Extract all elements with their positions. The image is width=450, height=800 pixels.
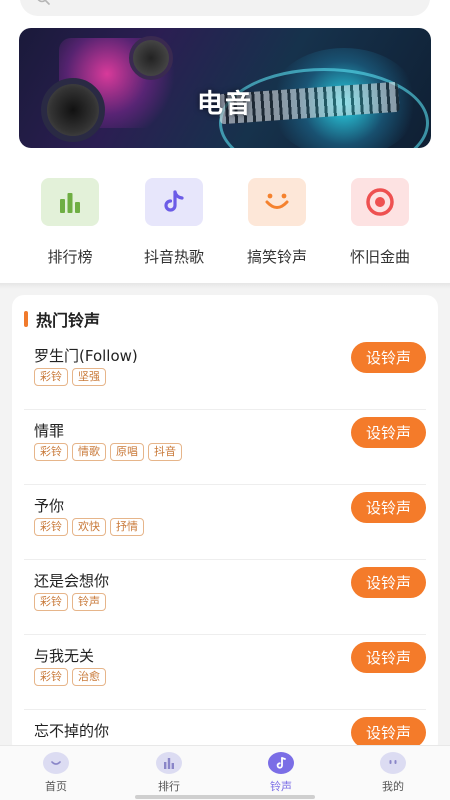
bottom-tab-bar: 首页 排行 铃声 我的 xyxy=(0,745,450,800)
search-icon xyxy=(37,0,50,5)
tag: 原唱 xyxy=(110,443,144,461)
tag: 坚强 xyxy=(72,368,106,386)
banner[interactable]: 电音 xyxy=(19,28,431,148)
tab-profile[interactable]: 我的 xyxy=(353,752,433,794)
tag: 欢快 xyxy=(72,518,106,536)
ringtone-tags: 彩铃 欢快 抒情 xyxy=(34,518,144,536)
ringtone-name: 忘不掉的你 xyxy=(34,722,110,740)
tab-label: 首页 xyxy=(45,780,67,793)
category-label: 怀旧金曲 xyxy=(349,248,410,266)
set-ringtone-button[interactable]: 设铃声 xyxy=(351,417,426,448)
ringtone-item[interactable]: 情罪 彩铃 情歌 原唱 抖音 设铃声 xyxy=(24,410,426,485)
tag: 彩铃 xyxy=(34,368,68,386)
ringtone-item[interactable]: 予你 彩铃 欢快 抒情 设铃声 xyxy=(24,485,426,560)
tag: 铃声 xyxy=(72,593,106,611)
category-label: 抖音热歌 xyxy=(143,248,204,266)
tag: 情歌 xyxy=(72,443,106,461)
tab-label: 铃声 xyxy=(270,780,292,793)
chart-bars-icon xyxy=(41,178,99,226)
set-ringtone-button[interactable]: 设铃声 xyxy=(351,342,426,373)
ringtone-tags: 彩铃 铃声 xyxy=(34,593,106,611)
search-bar[interactable] xyxy=(20,0,430,16)
tab-label: 我的 xyxy=(382,780,404,793)
section-header: 热门铃声 xyxy=(24,307,100,331)
tiktok-note-icon xyxy=(145,178,203,226)
home-indicator xyxy=(135,795,315,799)
smile-icon xyxy=(248,178,306,226)
ringtone-tags: 彩铃 治愈 xyxy=(34,668,106,686)
rank-bars-icon xyxy=(156,752,182,774)
ringtone-tags: 彩铃 情歌 原唱 抖音 xyxy=(34,443,182,461)
banner-speaker-small xyxy=(129,36,173,80)
tab-ringtones[interactable]: 铃声 xyxy=(241,752,321,794)
ringtone-item[interactable]: 还是会想你 彩铃 铃声 设铃声 xyxy=(24,560,426,635)
tag: 彩铃 xyxy=(34,668,68,686)
ringtone-tags: 彩铃 坚强 xyxy=(34,368,106,386)
ringtone-item[interactable]: 罗生门(Follow) 彩铃 坚强 设铃声 xyxy=(24,335,426,410)
set-ringtone-button[interactable]: 设铃声 xyxy=(351,642,426,673)
category-label: 排行榜 xyxy=(47,248,93,266)
tag: 彩铃 xyxy=(34,518,68,536)
category-douyin[interactable]: 抖音热歌 xyxy=(124,178,224,267)
tag: 抒情 xyxy=(110,518,144,536)
profile-face-icon xyxy=(380,752,406,774)
set-ringtone-button[interactable]: 设铃声 xyxy=(351,717,426,748)
category-ranking[interactable]: 排行榜 xyxy=(20,178,120,267)
home-face-icon xyxy=(43,752,69,774)
set-ringtone-button[interactable]: 设铃声 xyxy=(351,492,426,523)
top-area: 电音 排行榜 抖音热歌 搞笑铃声 怀旧金曲 xyxy=(0,0,450,283)
hot-ringtones-card: 热门铃声 罗生门(Follow) 彩铃 坚强 设铃声 情罪 彩铃 情歌 原唱 抖… xyxy=(12,295,438,755)
tab-home[interactable]: 首页 xyxy=(16,752,96,794)
section-accent-bar xyxy=(24,311,28,327)
ringtone-name: 罗生门(Follow) xyxy=(34,347,138,365)
tag: 治愈 xyxy=(72,668,106,686)
tag: 彩铃 xyxy=(34,593,68,611)
banner-title: 电音 xyxy=(196,89,253,120)
tag: 抖音 xyxy=(148,443,182,461)
target-icon xyxy=(351,178,409,226)
tab-label: 排行 xyxy=(158,780,180,793)
music-note-icon xyxy=(268,752,294,774)
ringtone-name: 与我无关 xyxy=(34,647,95,665)
category-funny[interactable]: 搞笑铃声 xyxy=(227,178,327,267)
ringtone-item[interactable]: 与我无关 彩铃 治愈 设铃声 xyxy=(24,635,426,710)
category-label: 搞笑铃声 xyxy=(246,248,307,266)
section-divider xyxy=(0,283,450,289)
ringtone-name: 情罪 xyxy=(34,422,65,440)
category-grid: 排行榜 抖音热歌 搞笑铃声 怀旧金曲 xyxy=(0,178,450,268)
tag: 彩铃 xyxy=(34,443,68,461)
section-title: 热门铃声 xyxy=(36,311,101,330)
set-ringtone-button[interactable]: 设铃声 xyxy=(351,567,426,598)
category-classics[interactable]: 怀旧金曲 xyxy=(330,178,430,267)
ringtone-name: 还是会想你 xyxy=(34,572,110,590)
tab-ranking[interactable]: 排行 xyxy=(129,752,209,794)
ringtone-name: 予你 xyxy=(34,497,65,515)
